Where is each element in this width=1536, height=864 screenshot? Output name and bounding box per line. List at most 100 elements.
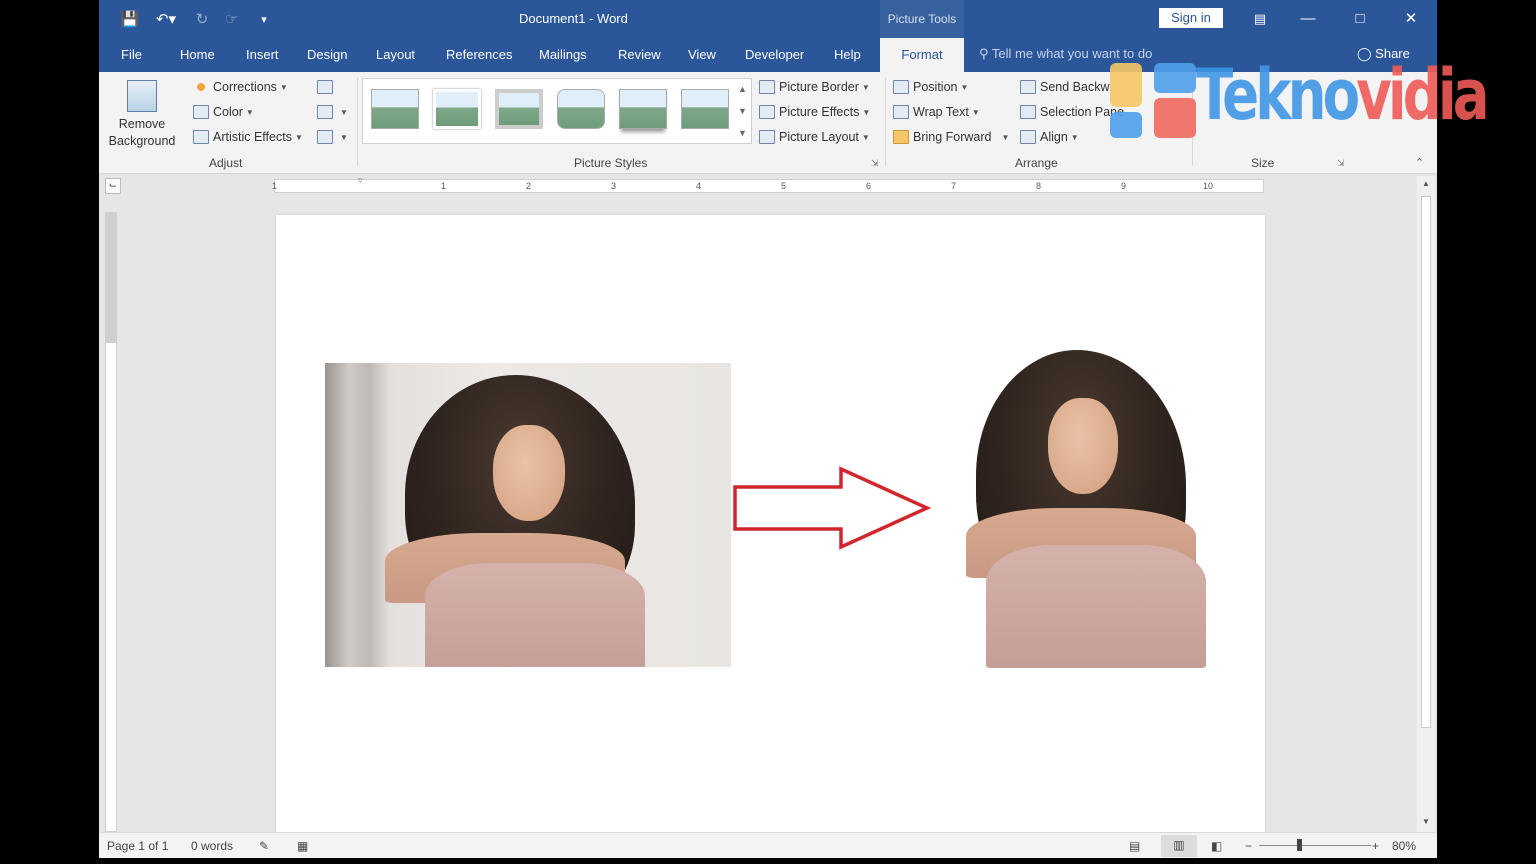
picture-style-thumb[interactable] [433,89,481,129]
gallery-scroll-up-icon[interactable]: ▲ [735,78,750,100]
save-icon[interactable]: 💾 [119,8,141,30]
vertical-ruler-margin [106,213,116,343]
photo-top [425,563,645,667]
web-layout-icon[interactable]: ◧ [1211,839,1222,853]
compress-pictures-button[interactable] [317,80,337,94]
send-backward-icon [1020,80,1036,94]
tab-mailings[interactable]: Mailings [539,47,587,62]
sign-in-button[interactable]: Sign in [1159,8,1223,28]
bring-forward-button[interactable]: Bring Forward ▼ [893,130,1009,144]
wrap-text-button[interactable]: Wrap Text ▼ [893,105,980,119]
selection-pane-icon [1020,105,1036,119]
read-mode-icon[interactable]: ▤ [1129,839,1140,853]
tab-file[interactable]: File [121,47,142,62]
gallery-scroll-down-icon[interactable]: ▼ [735,100,750,122]
chevron-down-icon: ▼ [340,107,348,117]
position-label: Position [913,80,958,94]
zoom-slider[interactable] [1259,845,1371,846]
chevron-down-icon: ▼ [340,132,348,142]
picture-style-thumb[interactable] [371,89,419,129]
page-count[interactable]: Page 1 of 1 [107,839,168,853]
ribbon-display-options-icon[interactable]: ▤ [1237,6,1283,32]
background-removed-photo[interactable] [936,350,1226,668]
customize-qat-icon[interactable]: ▾ [255,8,273,30]
send-backward-button[interactable]: Send Backw [1020,80,1109,94]
document-page[interactable] [276,215,1265,835]
compress-pictures-icon [317,80,333,94]
reset-picture-button[interactable]: ▼ [317,130,348,144]
tab-selector[interactable]: ⌙ [105,178,121,194]
picture-style-thumb[interactable] [557,89,605,129]
logo-square-blue [1154,63,1196,93]
touch-mode-icon[interactable]: ☞ [221,8,243,30]
proofing-icon[interactable]: ✎ [259,839,269,853]
zoom-level[interactable]: 80% [1392,839,1416,853]
redo-icon[interactable]: ↻ [191,8,213,30]
zoom-slider-thumb[interactable] [1297,839,1302,851]
picture-style-thumb[interactable] [681,89,729,129]
tab-format[interactable]: Format [880,38,964,72]
picture-style-thumb[interactable] [495,89,543,129]
tab-home[interactable]: Home [180,47,215,62]
chevron-down-icon: ▼ [1070,132,1079,142]
remove-background-button[interactable]: Remove Background [104,78,180,154]
align-icon [1020,130,1036,144]
picture-style-thumb[interactable] [619,89,667,129]
zoom-in-icon[interactable]: + [1372,839,1379,853]
tab-insert[interactable]: Insert [246,47,279,62]
picture-layout-button[interactable]: Picture Layout ▼ [759,130,870,144]
format-picture-dialog-launcher-icon[interactable]: ⇲ [871,158,879,169]
ruler-label: 3 [611,181,617,191]
picture-border-button[interactable]: Picture Border ▼ [759,80,870,94]
photo-face [493,425,565,521]
zoom-out-icon[interactable]: − [1245,839,1252,853]
undo-icon[interactable]: ↶▾ [151,8,181,30]
horizontal-ruler[interactable]: 1 ▿ 1 2 3 4 5 6 7 8 9 10 [272,175,1264,193]
tab-layout[interactable]: Layout [376,47,415,62]
search-icon: ⚲ [979,46,992,61]
picture-layout-icon [759,130,775,144]
scroll-down-icon[interactable]: ▼ [1417,814,1435,830]
scrollbar-thumb[interactable] [1421,196,1431,728]
macro-recording-icon[interactable]: ▦ [297,839,308,853]
remove-background-icon [127,80,157,112]
indent-marker-icon[interactable]: ▿ [358,175,363,186]
arrange-group-label: Arrange [1015,156,1058,170]
artistic-effects-button[interactable]: Artistic Effects ▼ [193,130,303,144]
picture-border-label: Picture Border [779,80,859,94]
tab-references[interactable]: References [446,47,512,62]
scroll-up-icon[interactable]: ▲ [1417,176,1435,192]
change-picture-icon [317,105,333,119]
vertical-scrollbar[interactable]: ▲ ▼ [1417,176,1435,832]
align-button[interactable]: Align ▼ [1020,130,1079,144]
ruler-label: 1 [272,181,278,191]
photo-face [1048,398,1118,494]
ruler-label: 4 [696,181,702,191]
tab-developer[interactable]: Developer [745,47,804,62]
change-picture-button[interactable]: ▼ [317,105,348,119]
selection-pane-button[interactable]: Selection Pane [1020,105,1124,119]
group-divider [885,78,886,166]
position-button[interactable]: Position ▼ [893,80,968,94]
corrections-button[interactable]: Corrections ▼ [193,80,288,94]
status-bar: Page 1 of 1 0 words ✎ ▦ ▤ ▥ ◧ − + 80% [99,832,1437,858]
word-count[interactable]: 0 words [191,839,233,853]
logo-square-yellow [1110,63,1142,107]
maximize-button[interactable]: □ [1337,6,1383,32]
reset-picture-icon [317,130,333,144]
close-button[interactable]: ✕ [1388,6,1434,32]
tab-help[interactable]: Help [834,47,861,62]
gallery-more-icon[interactable]: ▼ [735,122,750,144]
color-button[interactable]: Color ▼ [193,105,254,119]
size-dialog-launcher-icon[interactable]: ⇲ [1337,158,1345,169]
print-layout-icon[interactable]: ▥ [1161,835,1197,857]
vertical-ruler[interactable] [105,212,117,832]
title-bar: 💾 ↶▾ ↻ ☞ ▾ Document1 - Word Picture Tool… [99,0,1437,38]
tab-view[interactable]: View [688,47,716,62]
collapse-ribbon-icon[interactable]: ⌃ [1415,156,1424,169]
original-photo[interactable] [325,363,731,667]
picture-effects-button[interactable]: Picture Effects ▼ [759,105,870,119]
tab-design[interactable]: Design [307,47,347,62]
tab-review[interactable]: Review [618,47,661,62]
minimize-button[interactable]: — [1285,6,1331,32]
